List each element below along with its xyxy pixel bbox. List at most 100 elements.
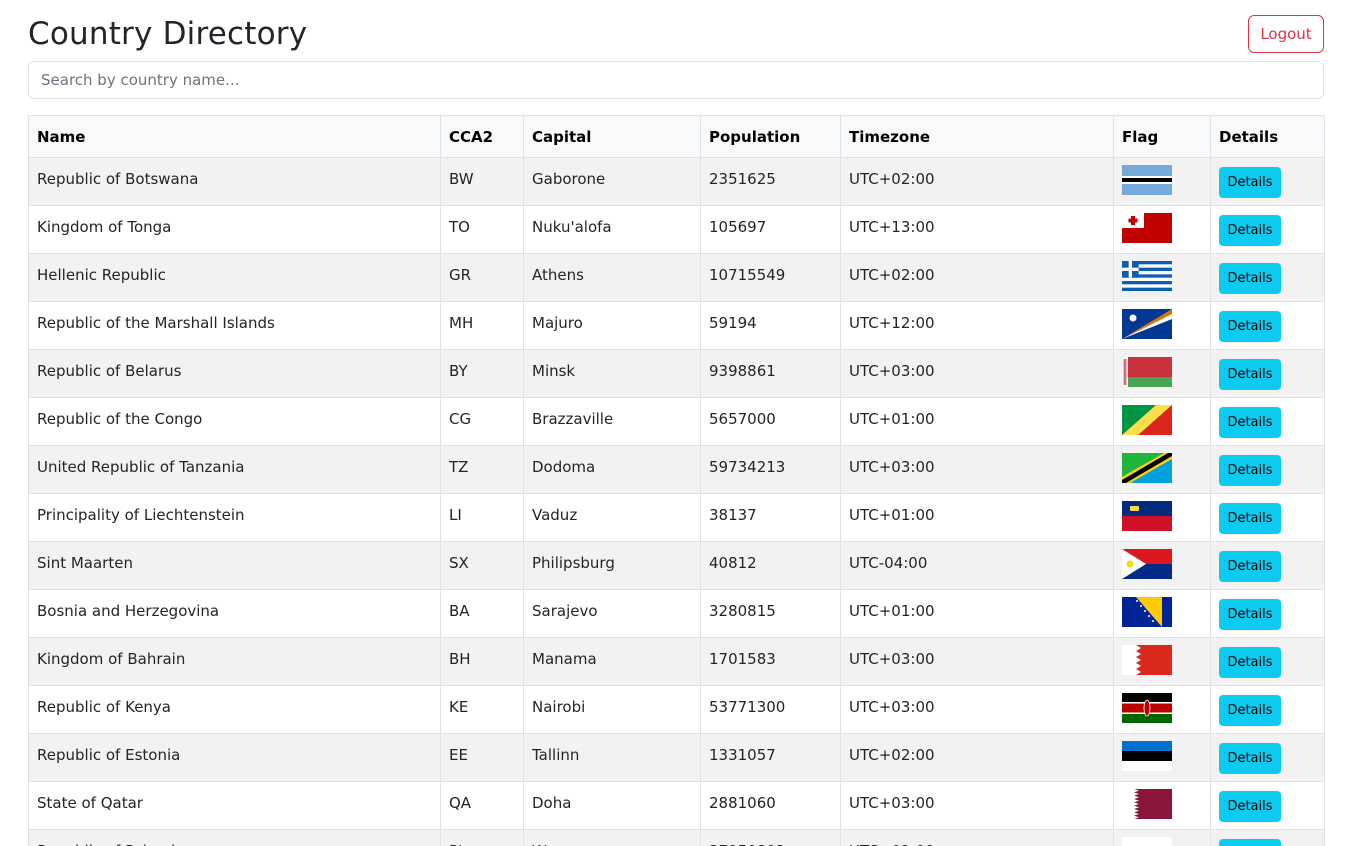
cell-details: Details	[1210, 301, 1325, 350]
cell-details: Details	[1210, 589, 1325, 638]
table-row: Kingdom of Tonga TO Nuku'alofa 105697 UTC+13…	[28, 205, 1325, 254]
cell-timezone: UTC+01:00	[840, 829, 1114, 846]
cell-details: Details	[1210, 685, 1325, 734]
cell-cca2: EE	[440, 733, 524, 782]
cell-capital: Sarajevo	[523, 589, 701, 638]
column-header-timezone: Timezone	[840, 115, 1114, 158]
cell-population: 40812	[700, 541, 841, 590]
cell-timezone: UTC+01:00	[840, 493, 1114, 542]
details-button[interactable]: Details	[1219, 407, 1281, 438]
poland-flag	[1122, 837, 1172, 846]
details-button[interactable]: Details	[1219, 359, 1281, 390]
details-button[interactable]: Details	[1219, 599, 1281, 630]
cell-population: 59734213	[700, 445, 841, 494]
cell-population: 9398861	[700, 349, 841, 398]
column-header-name: Name	[28, 115, 441, 158]
cell-details: Details	[1210, 349, 1325, 398]
cell-population: 2881060	[700, 781, 841, 830]
column-header-details: Details	[1210, 115, 1325, 158]
table-row: Bosnia and Herzegovina BA Sarajevo 3280815 U…	[28, 589, 1325, 638]
cell-details: Details	[1210, 157, 1325, 206]
cell-cca2: CG	[440, 397, 524, 446]
column-header-cca2: CCA2	[440, 115, 524, 158]
marshall-islands-flag	[1122, 309, 1172, 339]
table-row: United Republic of Tanzania TZ Dodoma 59734…	[28, 445, 1325, 494]
cell-capital: Brazzaville	[523, 397, 701, 446]
cell-details: Details	[1210, 445, 1325, 494]
cell-timezone: UTC+02:00	[840, 157, 1114, 206]
bosnia-flag	[1122, 597, 1172, 627]
cell-flag	[1113, 637, 1211, 686]
cell-cca2: BH	[440, 637, 524, 686]
details-button[interactable]: Details	[1219, 503, 1281, 534]
country-table: Name CCA2 Capital Population Timezone Fl…	[28, 115, 1325, 846]
details-button[interactable]: Details	[1219, 791, 1281, 822]
cell-population: 10715549	[700, 253, 841, 302]
cell-timezone: UTC+03:00	[840, 349, 1114, 398]
details-button[interactable]: Details	[1219, 551, 1281, 582]
table-row: Republic of Estonia EE Tallinn 1331057 UTC+0…	[28, 733, 1325, 782]
cell-population: 1331057	[700, 733, 841, 782]
cell-timezone: UTC+03:00	[840, 781, 1114, 830]
cell-flag	[1113, 829, 1211, 846]
cell-name: Republic of the Marshall Islands	[28, 301, 441, 350]
cell-population: 38137	[700, 493, 841, 542]
cell-capital: Minsk	[523, 349, 701, 398]
cell-capital: Philipsburg	[523, 541, 701, 590]
column-header-flag: Flag	[1113, 115, 1211, 158]
search-input[interactable]	[28, 61, 1324, 99]
cell-timezone: UTC+03:00	[840, 685, 1114, 734]
logout-button[interactable]: Logout	[1248, 15, 1324, 53]
cell-details: Details	[1210, 829, 1325, 846]
table-row: Kingdom of Bahrain BH Manama 1701583 UTC+03:…	[28, 637, 1325, 686]
cell-population: 37950802	[700, 829, 841, 846]
cell-flag	[1113, 733, 1211, 782]
cell-name: Republic of Belarus	[28, 349, 441, 398]
cell-name: Kingdom of Bahrain	[28, 637, 441, 686]
cell-timezone: UTC+01:00	[840, 589, 1114, 638]
details-button[interactable]: Details	[1219, 311, 1281, 342]
cell-capital: Dodoma	[523, 445, 701, 494]
details-button[interactable]: Details	[1219, 695, 1281, 726]
cell-flag	[1113, 541, 1211, 590]
details-button[interactable]: Details	[1219, 743, 1281, 774]
cell-flag	[1113, 589, 1211, 638]
cell-name: Republic of the Congo	[28, 397, 441, 446]
cell-flag	[1113, 157, 1211, 206]
cell-capital: Nuku'alofa	[523, 205, 701, 254]
cell-details: Details	[1210, 253, 1325, 302]
details-button[interactable]: Details	[1219, 839, 1281, 846]
tonga-flag	[1122, 213, 1172, 243]
details-button[interactable]: Details	[1219, 215, 1281, 246]
congo-flag	[1122, 405, 1172, 435]
cell-population: 2351625	[700, 157, 841, 206]
table-row: Republic of the Marshall Islands MH Majuro…	[28, 301, 1325, 350]
cell-cca2: GR	[440, 253, 524, 302]
table-row: Republic of Kenya KE Nairobi 53771300 UTC+03…	[28, 685, 1325, 734]
details-button[interactable]: Details	[1219, 455, 1281, 486]
cell-timezone: UTC-04:00	[840, 541, 1114, 590]
cell-name: Republic of Poland	[28, 829, 441, 846]
cell-name: Republic of Kenya	[28, 685, 441, 734]
cell-capital: Nairobi	[523, 685, 701, 734]
cell-flag	[1113, 445, 1211, 494]
cell-details: Details	[1210, 733, 1325, 782]
cell-capital: Gaborone	[523, 157, 701, 206]
cell-timezone: UTC+01:00	[840, 397, 1114, 446]
cell-capital: Manama	[523, 637, 701, 686]
cell-details: Details	[1210, 205, 1325, 254]
cell-name: Hellenic Republic	[28, 253, 441, 302]
cell-flag	[1113, 781, 1211, 830]
table-row: State of Qatar QA Doha 2881060 UTC+03:00 Deta…	[28, 781, 1325, 830]
cell-name: United Republic of Tanzania	[28, 445, 441, 494]
details-button[interactable]: Details	[1219, 167, 1281, 198]
greece-flag	[1122, 261, 1172, 291]
cell-name: State of Qatar	[28, 781, 441, 830]
kenya-flag	[1122, 693, 1172, 723]
cell-cca2: TZ	[440, 445, 524, 494]
details-button[interactable]: Details	[1219, 263, 1281, 294]
cell-details: Details	[1210, 637, 1325, 686]
cell-flag	[1113, 685, 1211, 734]
cell-population: 5657000	[700, 397, 841, 446]
details-button[interactable]: Details	[1219, 647, 1281, 678]
